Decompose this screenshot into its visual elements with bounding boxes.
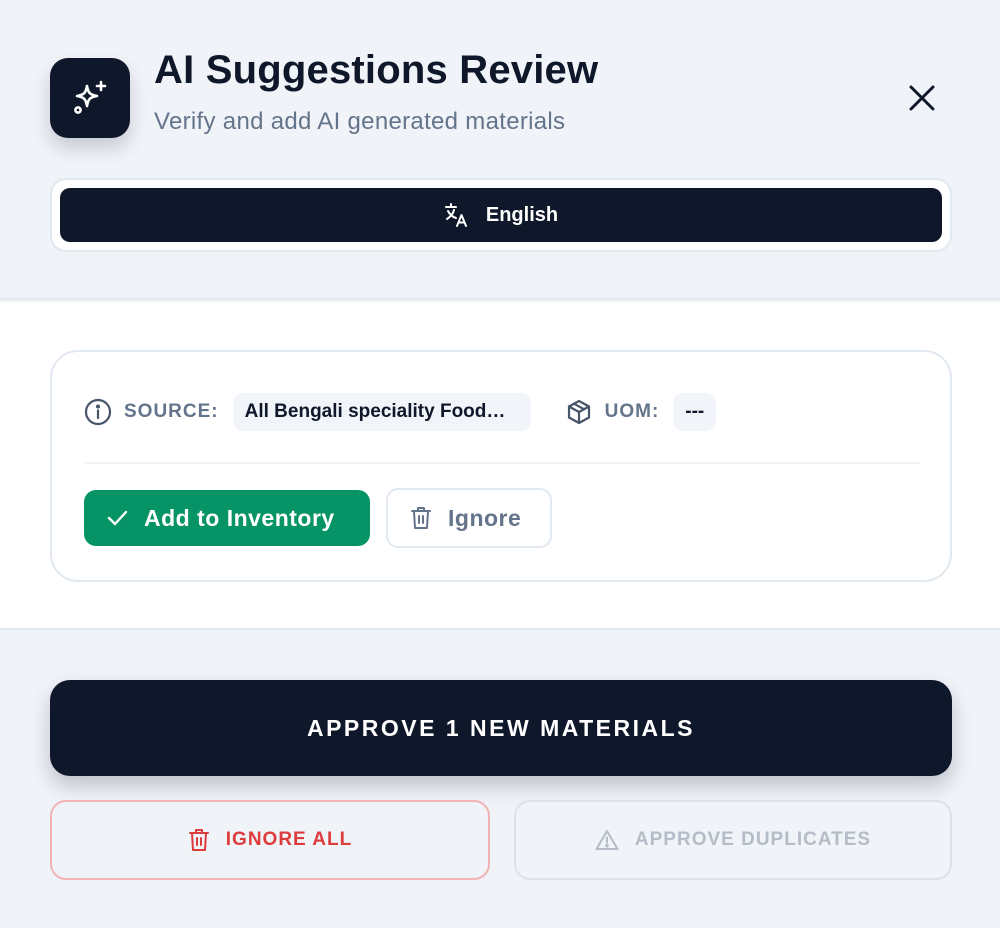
card-divider (84, 462, 920, 464)
add-to-inventory-label: Add to Inventory (144, 504, 335, 531)
suggestions-list: SOURCE: All Bengali speciality Food… UOM… (0, 302, 1000, 630)
app-badge (50, 58, 130, 138)
close-button[interactable] (900, 76, 944, 120)
ignore-all-label: IGNORE ALL (225, 829, 353, 850)
add-to-inventory-button[interactable]: Add to Inventory (84, 490, 370, 546)
modal-header: AI Suggestions Review Verify and add AI … (0, 0, 1000, 300)
uom-label: UOM: (604, 401, 660, 422)
approve-duplicates-button[interactable]: APPROVE DUPLICATES (514, 800, 952, 880)
ignore-label: Ignore (448, 504, 522, 531)
source-text: All Bengali speciality Food… (244, 401, 506, 422)
box-icon (565, 398, 593, 426)
source-label: SOURCE: (124, 401, 219, 422)
approve-materials-button[interactable]: APPROVE 1 NEW MATERIALS (50, 680, 952, 776)
translate-icon (444, 202, 470, 228)
close-icon[interactable] (908, 84, 936, 112)
language-label: English (485, 203, 559, 226)
suggestion-meta: SOURCE: All Bengali speciality Food… UOM… (84, 392, 717, 432)
approve-duplicates-label: APPROVE DUPLICATES (634, 829, 872, 850)
suggestion-card: SOURCE: All Bengali speciality Food… UOM… (50, 350, 952, 582)
warning-icon (595, 829, 619, 851)
sparkles-icon (70, 78, 110, 118)
uom-value: --- (673, 393, 717, 431)
modal-subtitle: Verify and add AI generated materials (154, 108, 566, 135)
check-icon (106, 507, 128, 529)
ignore-button[interactable]: Ignore (386, 488, 552, 548)
trash-icon (410, 506, 432, 530)
language-selector: English (50, 178, 952, 252)
modal-title: AI Suggestions Review (154, 48, 599, 92)
info-icon (84, 398, 112, 426)
language-button[interactable]: English (60, 188, 942, 242)
ignore-all-button[interactable]: IGNORE ALL (50, 800, 490, 880)
trash-icon (188, 828, 210, 852)
source-value: All Bengali speciality Food… (232, 393, 531, 431)
